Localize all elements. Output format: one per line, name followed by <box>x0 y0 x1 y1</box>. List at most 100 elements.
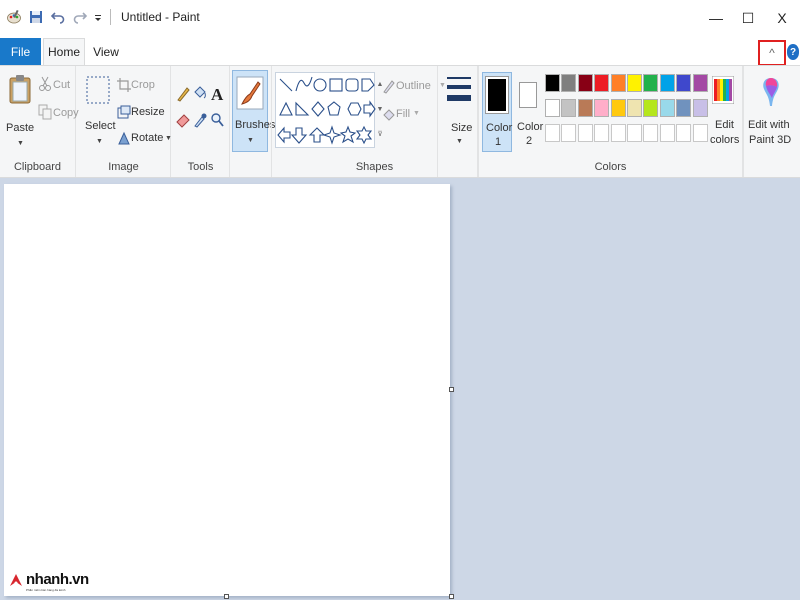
fill-bucket-icon[interactable] <box>193 84 207 102</box>
size-button[interactable]: Size ▼ <box>442 74 476 152</box>
ribbon-tabs: File Home View ^ ? <box>0 38 800 66</box>
color-swatch[interactable] <box>594 99 609 117</box>
rotate-button[interactable]: Rotate ▼ <box>117 131 172 149</box>
undo-icon[interactable] <box>50 9 66 25</box>
color-swatch[interactable] <box>643 99 658 117</box>
help-button[interactable]: ? <box>787 44 799 60</box>
color-swatch[interactable] <box>676 99 691 117</box>
custom-color-slot[interactable] <box>643 124 658 142</box>
resize-handle-bottom[interactable] <box>224 594 229 599</box>
color-swatch[interactable] <box>611 99 626 117</box>
color-swatch[interactable] <box>627 99 642 117</box>
customize-qat-icon[interactable] <box>94 9 102 25</box>
color-swatch[interactable] <box>660 99 675 117</box>
edit-with-paint3d-button[interactable]: Edit with Paint 3D <box>746 74 799 152</box>
shapes-gallery[interactable] <box>275 72 376 148</box>
color-swatch[interactable] <box>594 74 609 92</box>
group-image: Select ▼ Crop Resize Rotate ▼ Image <box>77 66 172 177</box>
color-swatch[interactable] <box>627 74 642 92</box>
custom-color-slot[interactable] <box>594 124 609 142</box>
paint3d-label-1: Edit with <box>748 119 790 131</box>
minimize-button[interactable]: — <box>698 0 734 36</box>
custom-color-slot[interactable] <box>611 124 626 142</box>
color-swatch[interactable] <box>693 74 708 92</box>
close-button[interactable]: X <box>764 0 800 36</box>
title-bar: Untitled - Paint — ☐ X <box>0 0 800 36</box>
magnifier-icon[interactable] <box>210 112 224 128</box>
color2-swatch <box>519 82 537 108</box>
edit-colors-label-2: colors <box>710 134 740 146</box>
color-swatch[interactable] <box>561 99 576 117</box>
paste-dropdown-icon: ▼ <box>17 140 24 147</box>
tab-view[interactable]: View <box>85 38 127 65</box>
nhanh-logo-icon <box>10 573 22 586</box>
nhanh-logo-text: nhanh.vn <box>26 571 89 588</box>
ribbon: Paste ▼ Cut Copy Clipboard Select ▼ Crop… <box>0 65 800 178</box>
custom-color-slot[interactable] <box>561 124 576 142</box>
crop-icon <box>117 78 131 92</box>
more-shapes-icon[interactable]: ⊽ <box>376 122 384 147</box>
collapse-ribbon-button[interactable]: ^ <box>758 40 786 66</box>
fill-button[interactable]: Fill ▼ <box>382 106 432 124</box>
copy-label: Copy <box>53 107 79 119</box>
group-label-colors: Colors <box>594 161 627 173</box>
custom-color-slot[interactable] <box>693 124 708 142</box>
color-swatch[interactable] <box>693 99 708 117</box>
cut-button[interactable]: Cut <box>38 76 74 94</box>
copy-icon <box>38 104 52 120</box>
resize-button[interactable]: Resize <box>117 105 167 123</box>
edit-colors-button[interactable]: Edit colors <box>707 74 743 152</box>
maximize-button[interactable]: ☐ <box>730 0 766 36</box>
color1-swatch <box>485 76 509 114</box>
nhanh-logo: nhanh.vn Phần mềm bán hàng đa kênh <box>8 571 89 592</box>
color-picker-icon[interactable] <box>193 112 207 128</box>
group-tools: A Tools <box>172 66 230 177</box>
copy-button[interactable]: Copy <box>38 104 79 122</box>
color1-button[interactable]: Color 1 <box>482 72 512 152</box>
custom-color-slot[interactable] <box>660 124 675 142</box>
color2-button[interactable]: Color 2 <box>514 72 543 152</box>
crop-button[interactable]: Crop <box>117 78 167 96</box>
resize-icon <box>117 105 131 119</box>
tab-file[interactable]: File <box>0 38 41 65</box>
fill-icon <box>383 109 395 121</box>
chevron-up-icon: ^ <box>769 46 775 60</box>
color2-number: 2 <box>526 135 533 147</box>
redo-icon[interactable] <box>72 9 88 25</box>
outline-label: Outline <box>396 80 431 92</box>
pencil-icon[interactable] <box>176 86 190 102</box>
outline-pen-icon <box>383 80 395 94</box>
color-swatch[interactable] <box>545 74 560 92</box>
save-icon[interactable] <box>28 9 44 25</box>
color-swatch[interactable] <box>545 99 560 117</box>
text-tool-icon[interactable]: A <box>211 85 223 105</box>
select-label: Select <box>85 120 116 132</box>
resize-handle-corner[interactable] <box>449 594 454 599</box>
custom-color-slot[interactable] <box>627 124 642 142</box>
custom-color-slot[interactable] <box>545 124 560 142</box>
group-label-image: Image <box>108 161 139 173</box>
custom-color-slot[interactable] <box>676 124 691 142</box>
drawing-canvas[interactable] <box>4 184 450 596</box>
eraser-icon[interactable] <box>176 112 190 128</box>
resize-handle-right[interactable] <box>449 387 454 392</box>
group-label-tools: Tools <box>187 161 214 173</box>
color1-number: 1 <box>495 136 502 148</box>
color-swatch[interactable] <box>676 74 691 92</box>
color-swatch[interactable] <box>660 74 675 92</box>
paint3d-label-2: Paint 3D <box>749 134 792 146</box>
color-swatch[interactable] <box>578 99 593 117</box>
select-button[interactable]: Select ▼ <box>83 76 116 152</box>
color-wheel-icon <box>712 76 734 104</box>
color-swatch[interactable] <box>578 74 593 92</box>
tab-home[interactable]: Home <box>43 38 85 65</box>
color-swatch[interactable] <box>611 74 626 92</box>
paste-button[interactable]: Paste ▼ <box>4 72 36 152</box>
rotate-dropdown-icon: ▼ <box>165 135 172 142</box>
color-swatch[interactable] <box>561 74 576 92</box>
paint-app-icon[interactable] <box>6 9 22 25</box>
color-palette <box>545 74 709 148</box>
color-swatch[interactable] <box>643 74 658 92</box>
custom-color-slot[interactable] <box>578 124 593 142</box>
rotate-icon <box>118 131 130 145</box>
